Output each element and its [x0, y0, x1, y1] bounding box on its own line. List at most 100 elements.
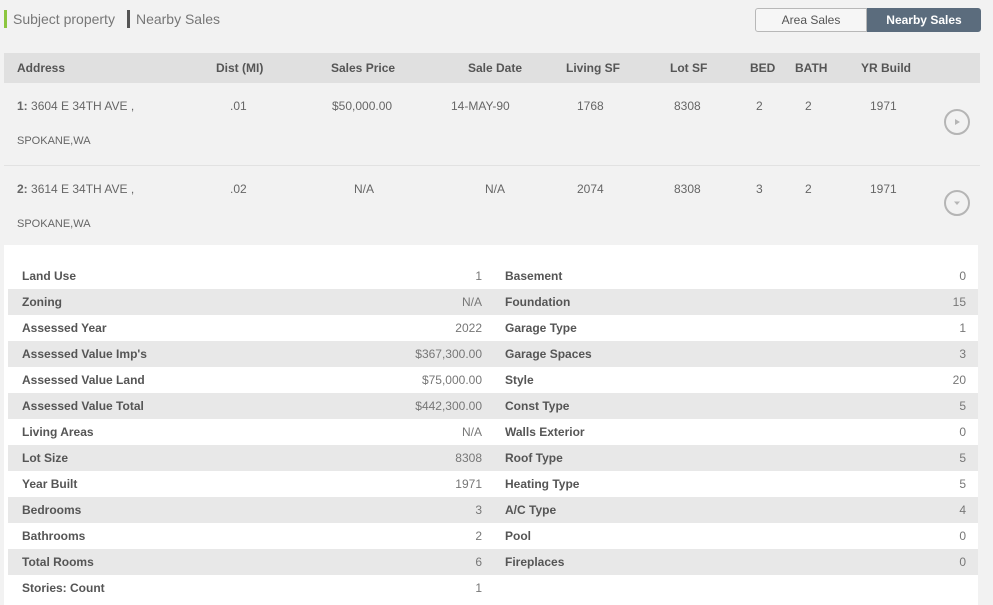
detail-row: Zoning N/A Foundation 15: [8, 289, 978, 315]
cell-year: 1971: [870, 99, 897, 113]
row-index: 2:: [17, 182, 28, 196]
detail-value-right: 20: [952, 373, 966, 387]
cell-bath: 2: [805, 182, 812, 196]
top-bar: Subject property Nearby Sales Area Sales…: [0, 0, 993, 40]
address-city: SPOKANE,WA: [17, 218, 91, 230]
detail-value: 8308: [455, 451, 482, 465]
legend: Subject property Nearby Sales: [4, 10, 232, 28]
cell-dist: .02: [230, 182, 247, 196]
sales-toggle: Area Sales Nearby Sales: [755, 8, 981, 32]
cell-year: 1971: [870, 182, 897, 196]
detail-label-right: Heating Type: [505, 477, 580, 491]
cell-bath: 2: [805, 99, 812, 113]
detail-label-right: Foundation: [505, 295, 571, 309]
header-living-sf: Living SF: [566, 61, 620, 75]
detail-label-right: Garage Type: [505, 321, 577, 335]
address-street: 2: 3614 E 34TH AVE ,: [17, 182, 134, 196]
cell-price: $50,000.00: [332, 99, 393, 113]
detail-value: 2: [475, 529, 482, 543]
detail-row: Lot Size 8308 Roof Type 5: [8, 445, 978, 471]
table-row[interactable]: 1: 3604 E 34TH AVE , .01 $50,000.00 14-M…: [4, 83, 980, 166]
detail-label-right: Roof Type: [505, 451, 563, 465]
detail-label-right: Garage Spaces: [505, 347, 592, 361]
area-sales-button[interactable]: Area Sales: [755, 8, 867, 32]
detail-label-right: Fireplaces: [505, 555, 565, 569]
detail-value: 1: [475, 269, 482, 283]
detail-label: Assessed Value Land: [22, 373, 145, 387]
detail-label: Assessed Value Total: [22, 399, 144, 413]
street: 3614 E 34TH AVE ,: [31, 182, 135, 196]
header-lot-sf: Lot SF: [670, 61, 708, 75]
header-dist: Dist (MI): [216, 61, 264, 75]
detail-value-right: 4: [959, 503, 966, 517]
detail-label-right: A/C Type: [505, 503, 557, 517]
detail-value-right: 15: [952, 295, 966, 309]
header-bath: BATH: [795, 61, 828, 75]
header-sale-date: Sale Date: [468, 61, 523, 75]
detail-row: Living Areas N/A Walls Exterior 0: [8, 419, 978, 445]
detail-row: Year Built 1971 Heating Type 5: [8, 471, 978, 497]
detail-value: $367,300.00: [415, 347, 482, 361]
address-city: SPOKANE,WA: [17, 135, 91, 147]
detail-value-right: 0: [959, 529, 966, 543]
detail-label: Bathrooms: [22, 529, 86, 543]
detail-label: Zoning: [22, 295, 62, 309]
street: 3604 E 34TH AVE ,: [31, 99, 135, 113]
cell-bed: 2: [756, 99, 763, 113]
detail-row: Assessed Value Imp's $367,300.00 Garage Sp…: [8, 341, 978, 367]
detail-label-right: Basement: [505, 269, 563, 283]
detail-label: Assessed Year: [22, 321, 107, 335]
cell-date: N/A: [485, 182, 506, 196]
legend-nearby-swatch: [126, 10, 130, 28]
legend-nearby: Nearby Sales: [126, 10, 220, 28]
detail-label: Land Use: [22, 269, 77, 283]
detail-label: Stories: Count: [22, 581, 105, 595]
table-row[interactable]: 2: 3614 E 34TH AVE , .02 N/A N/A 2074 83…: [4, 166, 980, 245]
detail-value: 6: [475, 555, 482, 569]
detail-label: Bedrooms: [22, 503, 82, 517]
detail-value-right: 3: [959, 347, 966, 361]
detail-value: $75,000.00: [421, 373, 482, 387]
detail-value-right: 1: [959, 321, 966, 335]
chevron-down-circle-icon[interactable]: [944, 190, 970, 216]
play-circle-icon[interactable]: [944, 109, 970, 135]
detail-label-right: Walls Exterior: [505, 425, 585, 439]
sales-table-header: Address Dist (MI) Sales Price Sale Date …: [4, 53, 980, 83]
detail-value: 2022: [455, 321, 482, 335]
legend-subject-label: Subject property: [13, 11, 115, 27]
detail-row: Assessed Value Land $75,000.00 Style 20: [8, 367, 978, 393]
cell-bed: 3: [756, 182, 763, 196]
detail-value-right: 0: [959, 425, 966, 439]
detail-value: N/A: [461, 295, 482, 309]
detail-row: Assessed Value Total $442,300.00 Const Typ…: [8, 393, 978, 419]
detail-value: 1: [475, 581, 482, 595]
cell-living: 2074: [577, 182, 604, 196]
detail-row: Land Use 1 Basement 0: [8, 263, 978, 289]
detail-value-right: 5: [959, 451, 966, 465]
legend-subject-swatch: [4, 10, 7, 28]
detail-row: Assessed Year 2022 Garage Type 1: [8, 315, 978, 341]
header-address: Address: [17, 61, 66, 75]
detail-value-right: 0: [959, 555, 966, 569]
detail-value: N/A: [461, 425, 482, 439]
nearby-sales-button[interactable]: Nearby Sales: [867, 8, 981, 32]
cell-date: 14-MAY-90: [451, 99, 510, 113]
detail-label: Living Areas: [22, 425, 94, 439]
detail-value: 3: [475, 503, 482, 517]
property-details-panel: Land Use 1 Basement 0 Zoning N/A Foundation 15 A…: [4, 245, 978, 605]
detail-label: Lot Size: [22, 451, 69, 465]
cell-dist: .01: [230, 99, 247, 113]
detail-row: Total Rooms 6 Fireplaces 0: [8, 549, 978, 575]
detail-row: Bedrooms 3 A/C Type 4: [8, 497, 978, 523]
cell-lot: 8308: [674, 99, 701, 113]
detail-label: Assessed Value Imp's: [22, 347, 147, 361]
detail-row: Stories: Count 1: [8, 575, 978, 601]
header-yr-build: YR Build: [861, 61, 911, 75]
detail-value: $442,300.00: [415, 399, 482, 413]
detail-value-right: 0: [959, 269, 966, 283]
header-bed: BED: [750, 61, 776, 75]
detail-label: Total Rooms: [22, 555, 94, 569]
detail-row: Bathrooms 2 Pool 0: [8, 523, 978, 549]
cell-living: 1768: [577, 99, 604, 113]
detail-value: 1971: [455, 477, 482, 491]
